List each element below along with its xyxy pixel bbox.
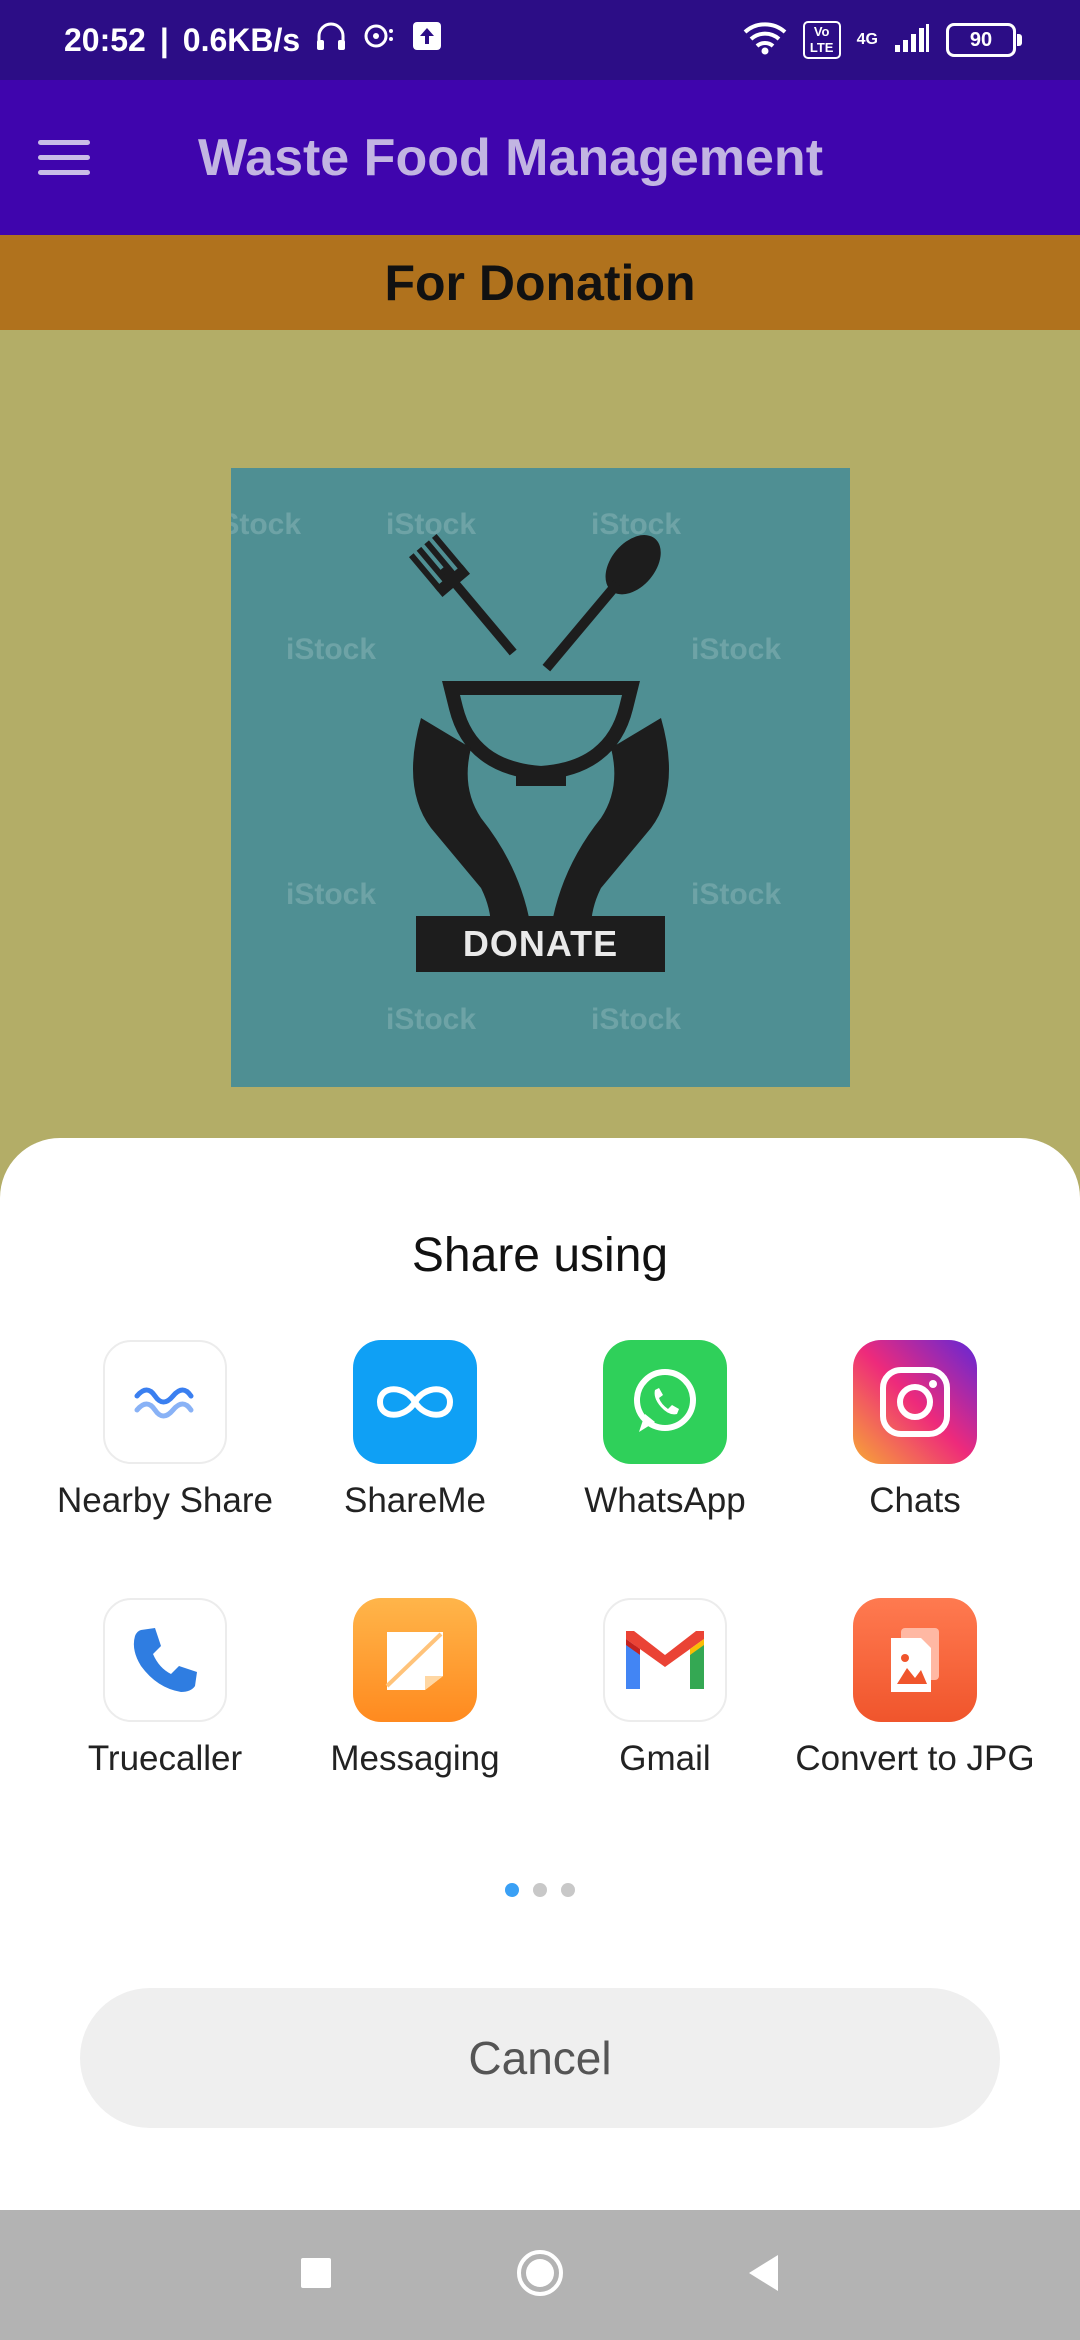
- page-dot: [561, 1883, 575, 1897]
- donate-image[interactable]: iStock iStock iStock iStock iStock iStoc…: [231, 468, 850, 1087]
- share-target-label: Messaging: [330, 1739, 500, 1778]
- share-sheet-title: Share using: [411, 1229, 669, 1282]
- whatsapp-icon: [603, 1340, 727, 1464]
- share-target-label: Truecaller: [87, 1739, 243, 1778]
- page-dot: [533, 1883, 547, 1897]
- app-title: Waste Food Management: [198, 128, 824, 187]
- status-separator: |: [159, 21, 169, 58]
- status-left: 20:52 | 0.6KB/s: [64, 19, 442, 61]
- nearby-share-icon: [103, 1340, 227, 1464]
- share-target-nearby-share[interactable]: Nearby Share: [40, 1340, 290, 1522]
- status-speed: 0.6KB/s: [182, 21, 301, 58]
- share-target-label: Nearby Share: [57, 1481, 273, 1520]
- square-icon: [301, 2257, 331, 2288]
- back-button[interactable]: [746, 2253, 782, 2298]
- recents-button[interactable]: [298, 2255, 334, 2296]
- convert-to-jpg-icon: [853, 1598, 977, 1722]
- status-right: Vo LTE 4G 90: [743, 21, 1022, 60]
- system-nav-bar: [0, 2210, 1080, 2340]
- battery-indicator: 90: [946, 23, 1022, 57]
- app-bar: Waste Food Management: [0, 80, 1080, 235]
- share-target-label: Convert to JPG: [795, 1739, 1035, 1778]
- donation-banner: For Donation: [0, 235, 1080, 330]
- share-target-label: Chats: [869, 1481, 961, 1520]
- circle-icon: [517, 2249, 563, 2296]
- donate-badge-text: DONATE: [462, 923, 619, 964]
- upload-icon: [412, 21, 442, 59]
- share-target-label: ShareMe: [343, 1481, 487, 1520]
- gmail-icon: [603, 1598, 727, 1722]
- share-target-chats[interactable]: Chats: [790, 1340, 1040, 1522]
- network-type: 4G: [856, 31, 878, 48]
- status-bar: 20:52 | 0.6KB/s Vo LTE 4G 90: [0, 0, 1080, 80]
- share-target-messaging[interactable]: Messaging: [290, 1598, 540, 1780]
- hamburger-menu-icon[interactable]: [38, 118, 118, 198]
- page-dot-active: [505, 1883, 519, 1897]
- triangle-back-icon: [749, 2254, 778, 2291]
- share-target-gmail[interactable]: Gmail: [540, 1598, 790, 1780]
- share-target-truecaller[interactable]: Truecaller: [40, 1598, 290, 1780]
- cancel-button[interactable]: Cancel: [80, 1988, 1000, 2128]
- volte-indicator: Vo LTE: [802, 21, 841, 59]
- shareme-icon: [353, 1340, 477, 1464]
- share-sheet: Share using Nearby Share ShareMe WhatsAp…: [0, 1138, 1080, 2210]
- share-target-label: Gmail: [619, 1739, 711, 1778]
- page-indicator: [0, 1883, 1080, 1897]
- share-target-whatsapp[interactable]: WhatsApp: [540, 1340, 790, 1522]
- donation-logo-icon: [409, 533, 669, 972]
- status-time: 20:52: [64, 21, 146, 58]
- instagram-icon: [853, 1340, 977, 1464]
- share-target-label: WhatsApp: [584, 1481, 746, 1520]
- signal-icon: [894, 23, 930, 58]
- sync-icon: [362, 21, 398, 59]
- messaging-icon: [353, 1598, 477, 1722]
- headphones-icon: [314, 19, 348, 61]
- share-target-convert-to-jpg[interactable]: Convert to JPG: [790, 1598, 1040, 1780]
- home-button[interactable]: [514, 2247, 566, 2304]
- wifi-icon: [743, 21, 787, 60]
- share-target-shareme[interactable]: ShareMe: [290, 1340, 540, 1522]
- truecaller-icon: [103, 1598, 227, 1722]
